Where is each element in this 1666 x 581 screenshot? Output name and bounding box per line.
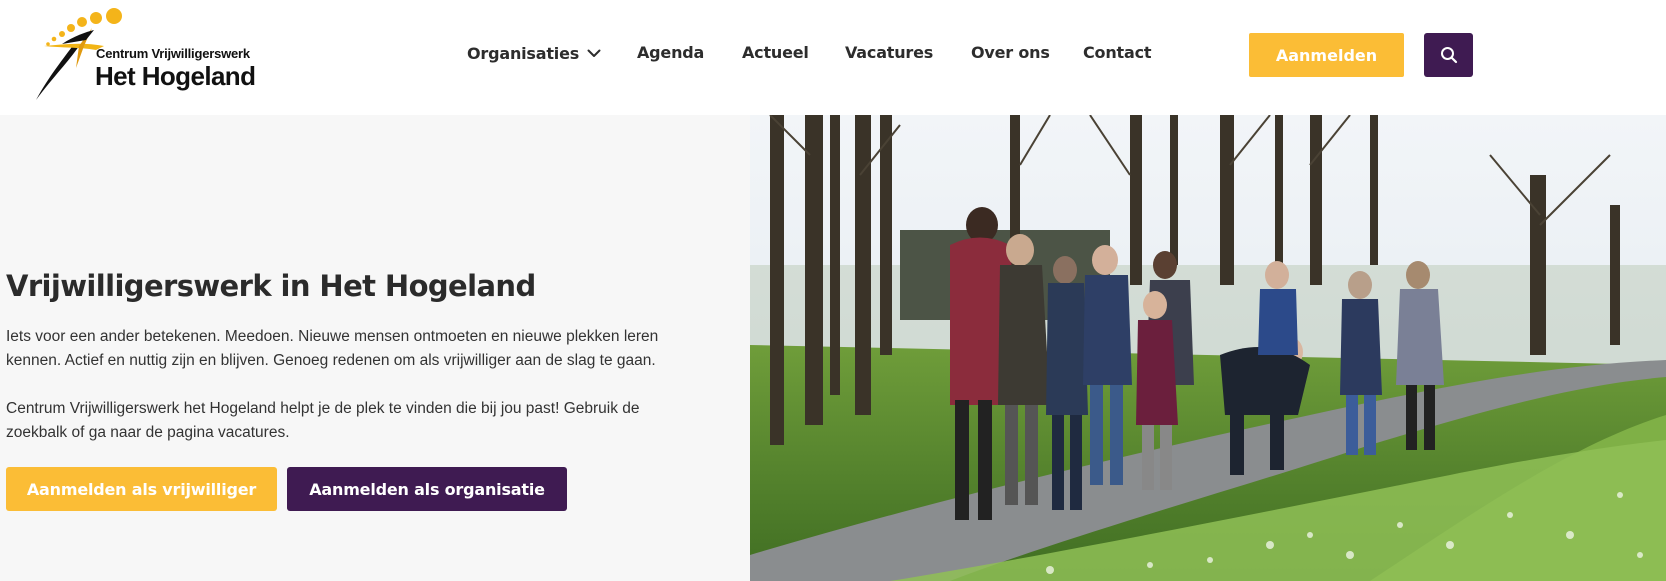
- nav-item-over-ons[interactable]: Over ons: [971, 43, 1050, 62]
- site-logo[interactable]: Centrum Vrijwilligerswerk Het Hogeland: [34, 6, 256, 102]
- chevron-down-icon: [587, 43, 601, 62]
- search-button[interactable]: [1424, 33, 1473, 77]
- nav-item-organisaties[interactable]: Organisaties: [467, 43, 601, 63]
- hero-help-paragraph: Centrum Vrijwilligerswerk het Hogeland h…: [6, 400, 640, 441]
- hero-intro-paragraph: Iets voor een ander betekenen. Meedoen. …: [6, 328, 659, 369]
- hero-title: Vrijwilligerswerk in Het Hogeland: [6, 269, 536, 303]
- nav-item-vacatures[interactable]: Vacatures: [845, 43, 933, 62]
- nav-item-label: Organisaties: [467, 44, 580, 63]
- logo-text-main: Het Hogeland: [95, 61, 256, 91]
- signup-volunteer-button[interactable]: Aanmelden als vrijwilliger: [6, 467, 277, 511]
- signup-organisation-button[interactable]: Aanmelden als organisatie: [287, 467, 567, 511]
- signup-button[interactable]: Aanmelden: [1249, 33, 1404, 77]
- nav-item-contact[interactable]: Contact: [1083, 43, 1152, 62]
- nav-item-actueel[interactable]: Actueel: [742, 43, 809, 62]
- search-icon: [1440, 47, 1457, 64]
- hero-text-panel: Vrijwilligerswerk in Het Hogeland Iets v…: [0, 115, 750, 581]
- hero-photo: [750, 115, 1666, 581]
- nav-item-agenda[interactable]: Agenda: [637, 43, 704, 62]
- site-header: Centrum Vrijwilligerswerk Het Hogeland O…: [0, 0, 1666, 115]
- logo-text-top: Centrum Vrijwilligerswerk: [96, 46, 250, 61]
